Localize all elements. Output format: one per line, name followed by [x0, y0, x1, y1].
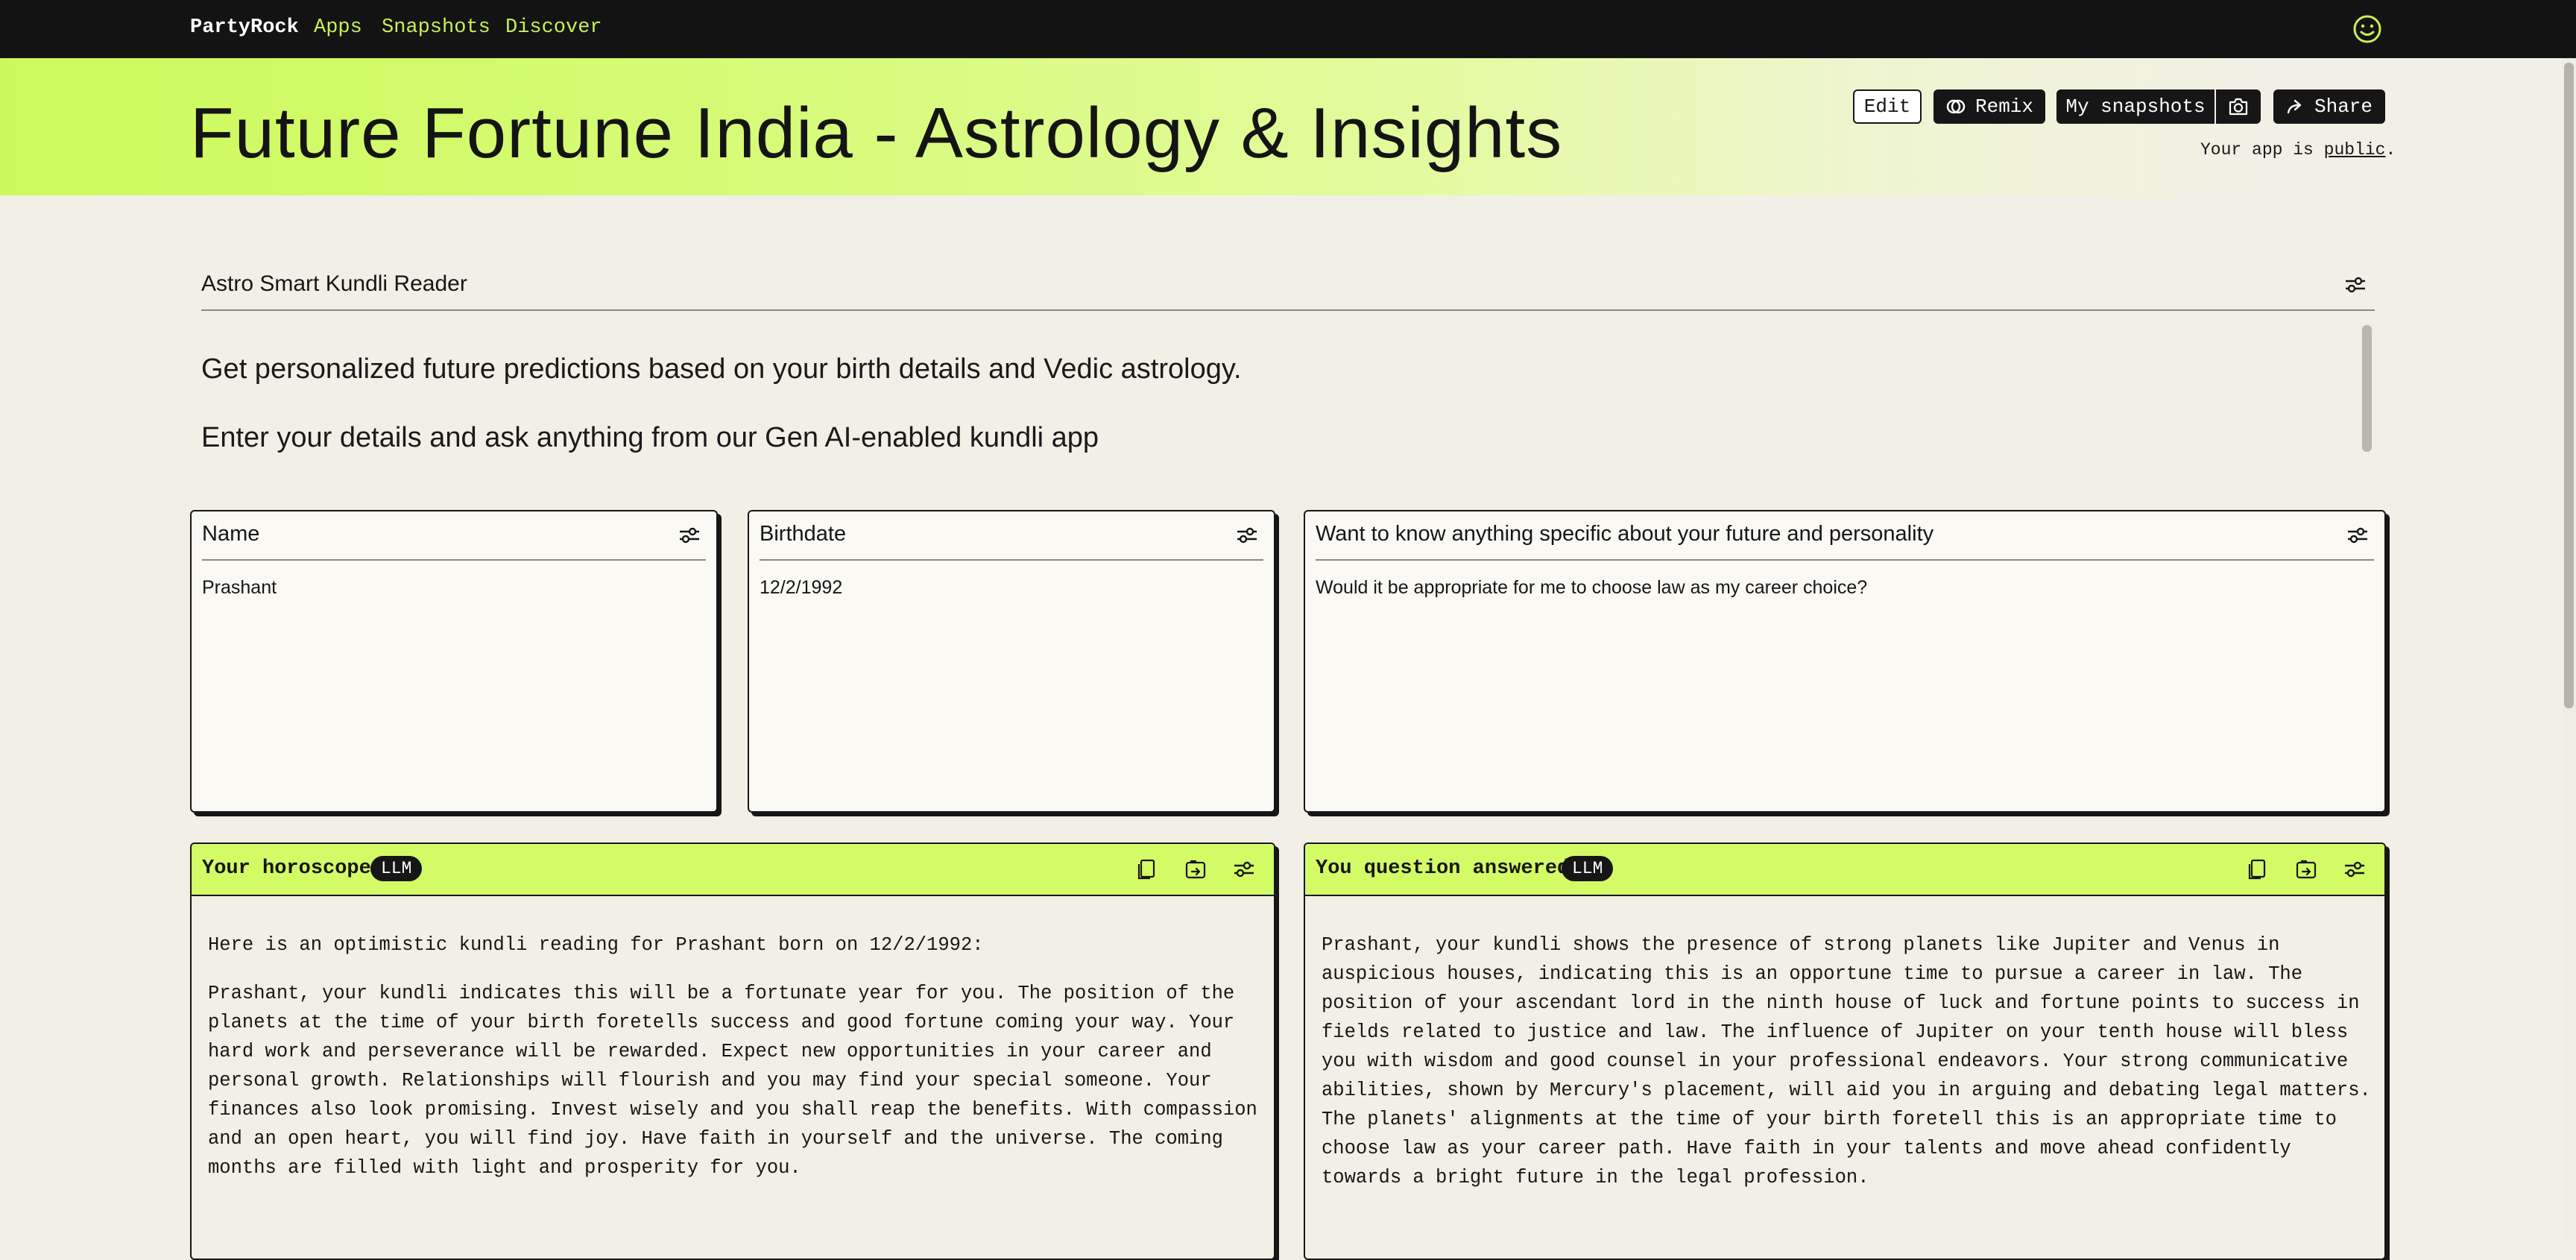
export-icon[interactable]	[2294, 857, 2318, 881]
question-field-label: Want to know anything specific about you…	[1316, 522, 1934, 546]
page-scrollbar-thumb[interactable]	[2564, 63, 2574, 708]
page-title: Future Fortune India - Astrology & Insig…	[190, 93, 1563, 173]
llm-badge: LLM	[370, 856, 423, 881]
take-snapshot-button[interactable]	[2216, 89, 2261, 124]
top-nav: PartyRock Apps Snapshots Discover	[0, 0, 2576, 58]
answer-header: You question answered LLM	[1305, 844, 2384, 896]
public-link[interactable]: public	[2324, 140, 2386, 160]
name-field-label: Name	[202, 522, 260, 546]
widget-settings-icon[interactable]	[2343, 273, 2367, 297]
smiley-face-icon[interactable]	[2352, 14, 2382, 44]
visibility-note: Your app is public.	[2200, 140, 2396, 160]
export-icon[interactable]	[1184, 857, 1208, 881]
answer-settings-icon[interactable]	[2343, 857, 2367, 881]
my-snapshots-button[interactable]: My snapshots	[2056, 89, 2214, 124]
edit-button-label: Edit	[1863, 95, 1911, 118]
divider	[760, 559, 1263, 561]
copy-icon[interactable]	[1135, 857, 1159, 881]
divider	[202, 559, 706, 561]
edit-button[interactable]: Edit	[1853, 89, 1922, 124]
app-header-banner: Future Fortune India - Astrology & Insig…	[0, 58, 2576, 195]
divider	[201, 309, 2375, 311]
answer-title: You question answered	[1316, 857, 1570, 880]
nav-link-snapshots[interactable]: Snapshots	[382, 16, 490, 39]
widget-scrollbar[interactable]	[2362, 325, 2372, 452]
birthdate-settings-icon[interactable]	[1235, 523, 1259, 547]
birthdate-field-label: Birthdate	[760, 522, 847, 546]
horoscope-output-card: Your horoscope LLM Here is an optimistic…	[190, 842, 1275, 1260]
my-snapshots-label: My snapshots	[2065, 95, 2206, 118]
share-button[interactable]: Share	[2273, 89, 2385, 124]
remix-button[interactable]: Remix	[1933, 89, 2045, 124]
share-arrow-icon	[2287, 99, 2302, 114]
intro-text-2: Enter your details and ask anything from…	[201, 422, 1099, 453]
remix-button-label: Remix	[1974, 95, 2033, 118]
name-settings-icon[interactable]	[678, 523, 701, 547]
name-input-card: Name Prashant	[190, 510, 718, 813]
nav-link-apps[interactable]: Apps	[314, 16, 362, 39]
divider	[1316, 559, 2374, 561]
birthdate-input[interactable]: 12/2/1992	[760, 577, 842, 599]
brand-logo[interactable]: PartyRock	[190, 16, 299, 39]
horoscope-header: Your horoscope LLM	[192, 844, 1274, 896]
name-input[interactable]: Prashant	[202, 577, 277, 599]
birthdate-input-card: Birthdate 12/2/1992	[748, 510, 1275, 813]
question-input-card: Want to know anything specific about you…	[1304, 510, 2386, 813]
visibility-note-suffix: .	[2385, 140, 2396, 160]
share-button-label: Share	[2314, 95, 2373, 118]
camera-icon	[2229, 98, 2248, 116]
llm-badge: LLM	[1562, 856, 1614, 881]
question-answer-output-card: You question answered LLM Prashant, your…	[1304, 842, 2386, 1260]
answer-output-text: Prashant, your kundli shows the presence…	[1322, 930, 2371, 1212]
horoscope-settings-icon[interactable]	[1232, 857, 1256, 881]
visibility-note-prefix: Your app is	[2200, 140, 2324, 160]
reader-widget-title: Astro Smart Kundli Reader	[201, 271, 467, 296]
copy-icon[interactable]	[2246, 857, 2270, 881]
horoscope-paragraph: Here is an optimistic kundli reading for…	[208, 934, 984, 956]
remix-icon	[1946, 99, 1966, 114]
nav-link-discover[interactable]: Discover	[505, 16, 602, 39]
intro-text-1: Get personalized future predictions base…	[201, 353, 1242, 385]
question-settings-icon[interactable]	[2346, 523, 2370, 547]
horoscope-output-text: Here is an optimistic kundli reading for…	[208, 930, 1260, 1202]
answer-paragraph: Prashant, your kundli shows the presence…	[1322, 934, 2371, 1188]
horoscope-paragraph: Prashant, your kundli indicates this wil…	[208, 983, 1257, 1179]
question-input[interactable]: Would it be appropriate for me to choose…	[1316, 577, 1867, 599]
horoscope-title: Your horoscope	[202, 857, 371, 880]
